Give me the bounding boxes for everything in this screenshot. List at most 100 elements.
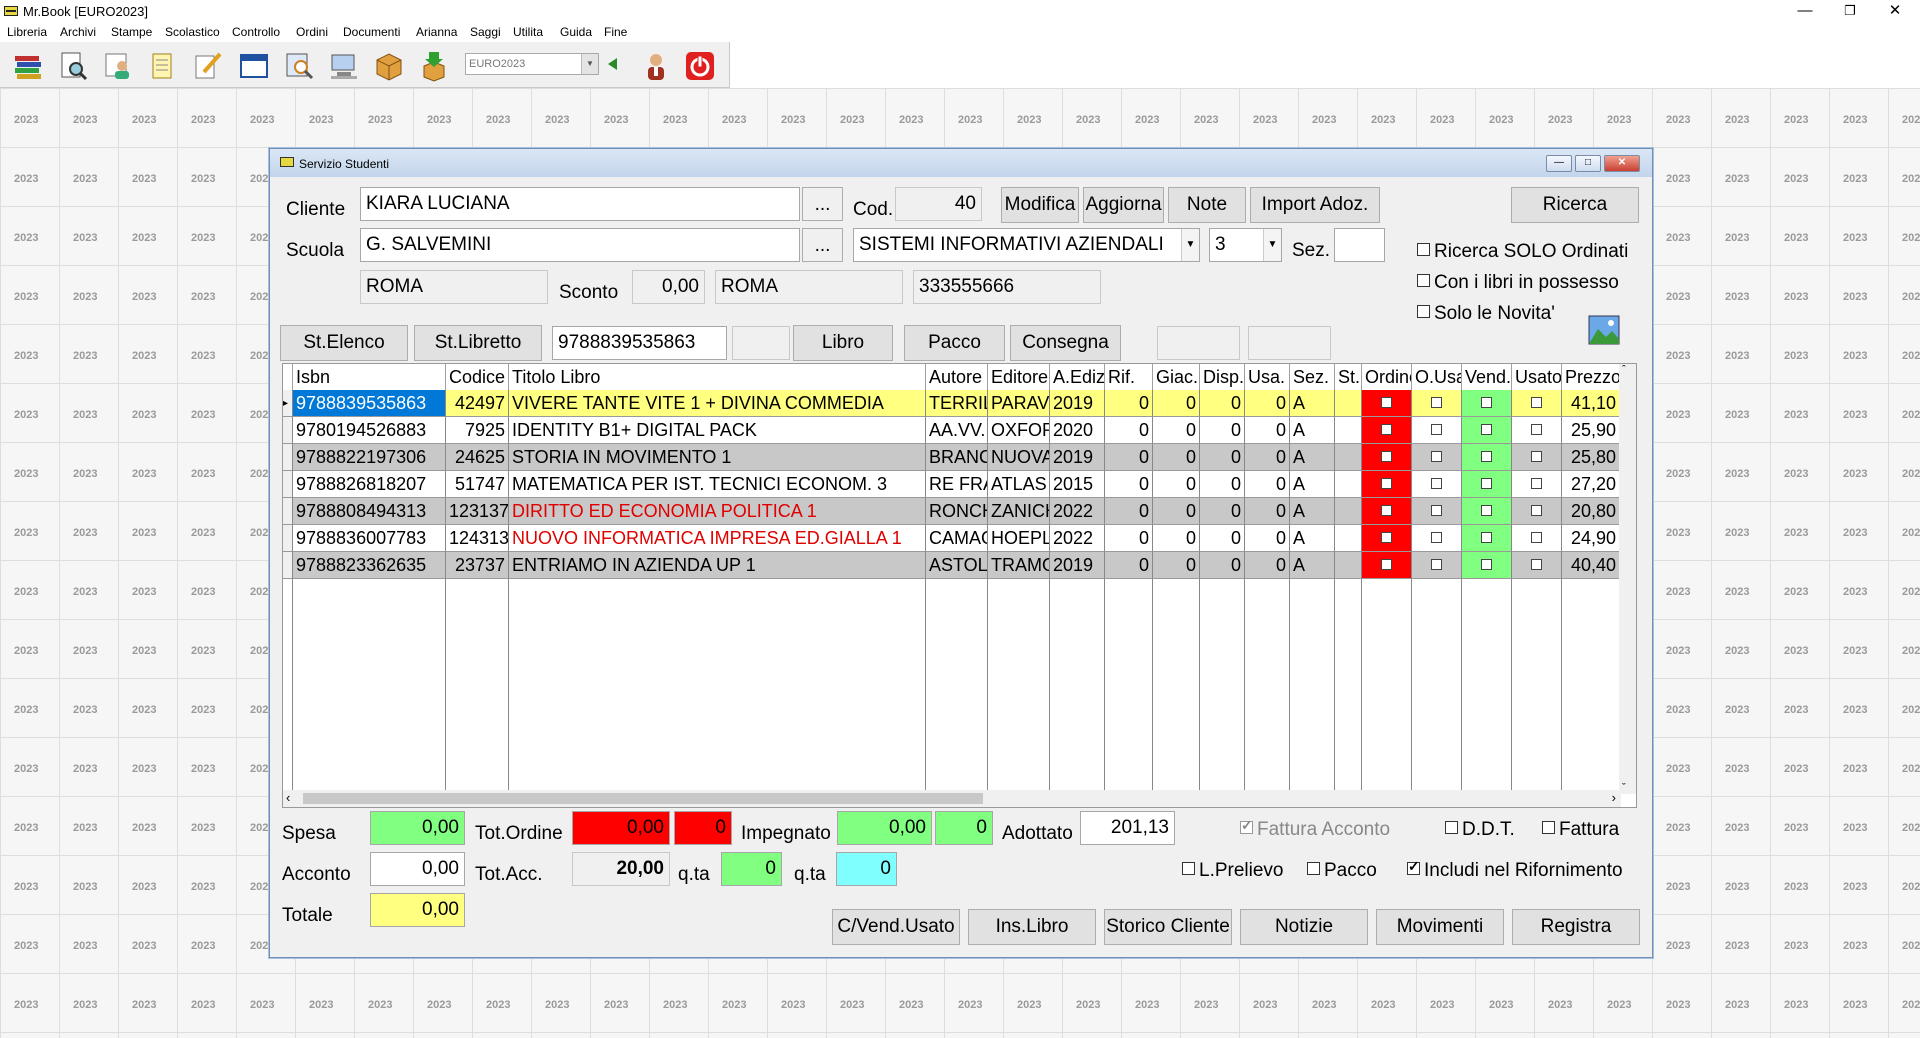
cliente-browse-button[interactable]: ... [802, 187, 843, 221]
scroll-down-icon[interactable]: ˇ [1622, 782, 1626, 794]
scroll-right-icon[interactable]: › [1612, 790, 1616, 806]
cell-usato-checkbox[interactable] [1512, 525, 1562, 552]
grid-vertical-scrollbar[interactable]: ˆ ˇ [1619, 364, 1636, 794]
menu-scolastico[interactable]: Scolastico [165, 25, 220, 39]
cell-editore[interactable]: HOEPLI [988, 525, 1050, 552]
cell-autore[interactable]: AA.VV. [926, 417, 988, 444]
column-header[interactable]: Usa. [1245, 364, 1290, 390]
cell-ousa-checkbox[interactable] [1412, 525, 1462, 552]
cell-anno[interactable]: 2020 [1050, 417, 1105, 444]
libro-button[interactable]: Libro [793, 325, 893, 361]
cell-usato-checkbox[interactable] [1512, 471, 1562, 498]
st-libretto-button[interactable]: St.Libretto [414, 325, 542, 361]
cell-titolo[interactable]: STORIA IN MOVIMENTO 1 [509, 444, 926, 471]
notizie-button[interactable]: Notizie [1240, 909, 1368, 945]
cell-vend-checkbox[interactable] [1462, 471, 1512, 498]
cell-prezzo[interactable]: 20,80 [1562, 498, 1620, 525]
edit-icon[interactable] [192, 50, 224, 82]
cell-anno[interactable]: 2019 [1050, 390, 1105, 417]
cell-isbn[interactable]: 9788839535863 [293, 390, 446, 417]
pacco-button[interactable]: Pacco [904, 325, 1005, 361]
acconto-field[interactable]: 0,00 [370, 852, 465, 886]
menu-ordini[interactable]: Ordini [296, 25, 328, 39]
row-selector[interactable]: ▸ [283, 390, 293, 417]
row-selector[interactable] [283, 498, 293, 525]
download-box-icon[interactable] [418, 50, 450, 82]
cell-giac[interactable]: 0 [1153, 498, 1200, 525]
cell-ordine-checkbox[interactable] [1362, 471, 1412, 498]
chevron-down-icon[interactable]: ▼ [581, 54, 598, 74]
column-header[interactable]: Usato [1512, 364, 1562, 390]
menu-documenti[interactable]: Documenti [343, 25, 400, 39]
cell-prezzo[interactable]: 41,10 [1562, 390, 1620, 417]
menu-arianna[interactable]: Arianna [416, 25, 457, 39]
cell-ordine-checkbox[interactable] [1362, 390, 1412, 417]
cell-isbn[interactable]: 9788823362635 [293, 552, 446, 579]
cell-st[interactable] [1335, 390, 1362, 417]
column-header[interactable]: Autore [926, 364, 988, 390]
cell-anno[interactable]: 2022 [1050, 525, 1105, 552]
arrow-left-icon[interactable] [608, 58, 618, 70]
column-header[interactable]: Editore [988, 364, 1050, 390]
cell-titolo[interactable]: ENTRIAMO IN AZIENDA UP 1 [509, 552, 926, 579]
ricerca-button[interactable]: Ricerca [1511, 187, 1639, 223]
cell-vend-checkbox[interactable] [1462, 525, 1512, 552]
cell-usa[interactable]: 0 [1245, 444, 1290, 471]
cell-prezzo[interactable]: 25,90 [1562, 417, 1620, 444]
cell-codice[interactable]: 24625 [446, 444, 509, 471]
chevron-down-icon[interactable]: ▼ [1181, 229, 1199, 261]
cell-giac[interactable]: 0 [1153, 444, 1200, 471]
cell-prezzo[interactable]: 40,40 [1562, 552, 1620, 579]
includi-rifornimento-checkbox[interactable]: Includi nel Rifornimento [1407, 858, 1623, 882]
cell-codice[interactable]: 124313 [446, 525, 509, 552]
ddt-checkbox[interactable]: D.D.T. [1445, 819, 1515, 841]
search-document-icon[interactable] [57, 50, 89, 82]
cell-anno[interactable]: 2015 [1050, 471, 1105, 498]
cell-titolo[interactable]: IDENTITY B1+ DIGITAL PACK [509, 417, 926, 444]
corso-select[interactable]: SISTEMI INFORMATIVI AZIENDALI ▼ [853, 228, 1200, 262]
cell-titolo[interactable]: NUOVO INFORMATICA IMPRESA ED.GIALLA 1 [509, 525, 926, 552]
column-header[interactable]: Isbn [293, 364, 446, 390]
cell-prezzo[interactable]: 25,80 [1562, 444, 1620, 471]
cell-disp[interactable]: 0 [1200, 417, 1245, 444]
cell-st[interactable] [1335, 498, 1362, 525]
cell-titolo[interactable]: MATEMATICA PER IST. TECNICI ECONOM. 3 [509, 471, 926, 498]
cell-codice[interactable]: 123137 [446, 498, 509, 525]
l-prelievo-checkbox[interactable]: L.Prelievo [1182, 860, 1284, 882]
cell-disp[interactable]: 0 [1200, 444, 1245, 471]
grid-corner-header[interactable] [283, 364, 293, 390]
ins-libro-button[interactable]: Ins.Libro [968, 909, 1096, 945]
dialog-minimize-icon[interactable]: — [1546, 155, 1572, 172]
st-elenco-button[interactable]: St.Elenco [280, 325, 408, 361]
menu-guida[interactable]: Guida [560, 25, 592, 39]
cell-codice[interactable]: 51747 [446, 471, 509, 498]
menu-libreria[interactable]: Libreria [7, 25, 47, 39]
column-header[interactable]: Giac. [1153, 364, 1200, 390]
column-header[interactable]: Rif. [1105, 364, 1153, 390]
magnifier-icon[interactable] [283, 50, 315, 82]
dialog-close-icon[interactable]: ✕ [1604, 155, 1640, 172]
cliente-field[interactable]: KIARA LUCIANA [360, 187, 800, 221]
cell-rif[interactable]: 0 [1105, 444, 1153, 471]
cell-disp[interactable]: 0 [1200, 471, 1245, 498]
close-icon[interactable]: ✕ [1872, 0, 1918, 24]
cell-rif[interactable]: 0 [1105, 498, 1153, 525]
cell-vend-checkbox[interactable] [1462, 417, 1512, 444]
cell-sez[interactable]: A [1290, 498, 1335, 525]
cell-anno[interactable]: 2019 [1050, 444, 1105, 471]
user-icon[interactable] [640, 50, 672, 82]
grid-horizontal-scrollbar[interactable]: ‹ › [283, 790, 1621, 807]
cell-editore[interactable]: PARAVIA [988, 390, 1050, 417]
cell-prezzo[interactable]: 27,20 [1562, 471, 1620, 498]
scuola-field[interactable]: G. SALVEMINI [360, 228, 800, 262]
cell-ousa-checkbox[interactable] [1412, 390, 1462, 417]
cell-ousa-checkbox[interactable] [1412, 498, 1462, 525]
cell-disp[interactable]: 0 [1200, 525, 1245, 552]
column-header[interactable]: Prezzo [1562, 364, 1620, 390]
registra-button[interactable]: Registra [1512, 909, 1640, 945]
column-header[interactable]: Titolo Libro [509, 364, 926, 390]
cell-isbn[interactable]: 9788808494313 [293, 498, 446, 525]
cell-vend-checkbox[interactable] [1462, 390, 1512, 417]
column-header[interactable]: Disp. [1200, 364, 1245, 390]
cell-sez[interactable]: A [1290, 525, 1335, 552]
